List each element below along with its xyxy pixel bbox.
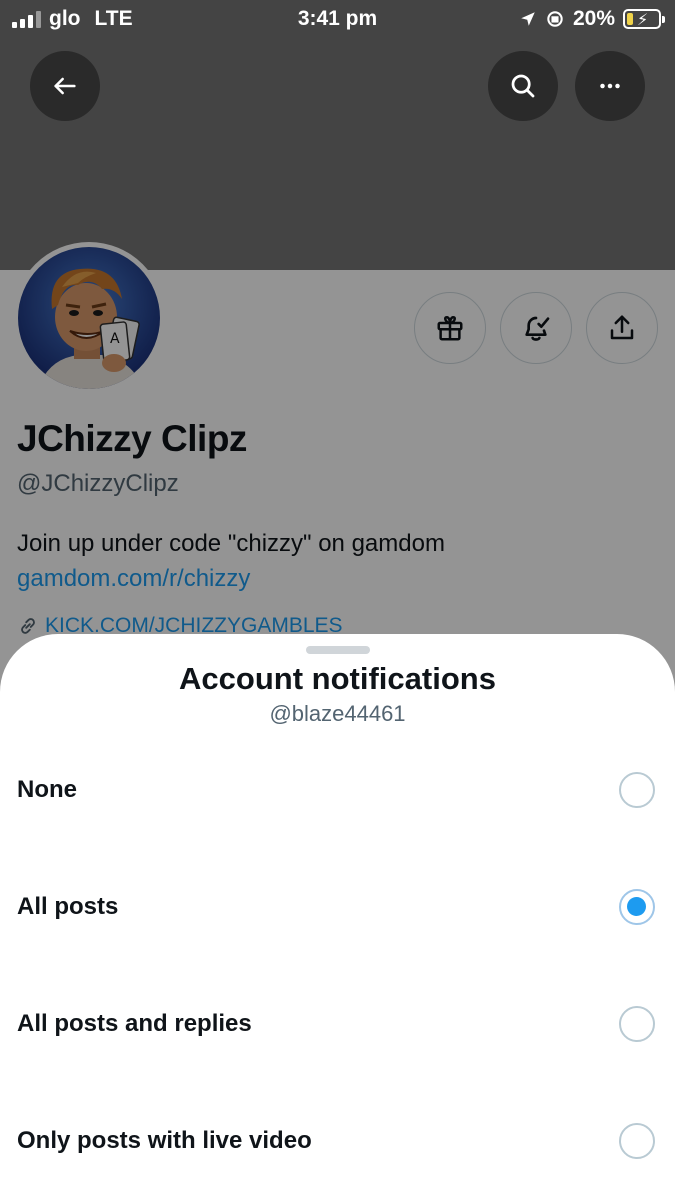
back-button[interactable] xyxy=(30,51,100,121)
radio-button[interactable] xyxy=(619,772,655,808)
option-label: None xyxy=(17,776,77,803)
option-all-posts-and-replies[interactable]: All posts and replies xyxy=(0,984,675,1064)
radio-button[interactable] xyxy=(619,1123,655,1159)
orientation-lock-icon xyxy=(547,11,563,27)
battery-percent: 20% xyxy=(572,7,615,30)
option-none[interactable]: None xyxy=(0,750,675,830)
radio-button[interactable] xyxy=(619,889,655,925)
option-all-posts[interactable]: All posts xyxy=(0,867,675,947)
sheet-subtitle: @blaze44461 xyxy=(269,701,406,726)
status-bar: glo LTE 3:41 pm 20% ⚡ xyxy=(0,0,675,40)
search-icon xyxy=(511,74,535,98)
more-options-button[interactable] xyxy=(575,51,645,121)
battery-icon: ⚡ xyxy=(623,9,665,29)
account-notifications-sheet: Account notifications @blaze44461 None A… xyxy=(0,634,675,1200)
sheet-title: Account notifications xyxy=(179,661,496,696)
more-horizontal-icon xyxy=(600,83,620,89)
option-label: All posts xyxy=(17,893,119,920)
location-arrow-icon xyxy=(521,12,535,26)
option-label: Only posts with live video xyxy=(17,1127,312,1154)
option-label: All posts and replies xyxy=(17,1010,252,1037)
search-button[interactable] xyxy=(488,51,558,121)
radio-button[interactable] xyxy=(619,1006,655,1042)
sheet-grabber[interactable] xyxy=(306,646,370,654)
option-only-live-video[interactable]: Only posts with live video xyxy=(0,1101,675,1181)
arrow-left-icon xyxy=(54,77,76,95)
